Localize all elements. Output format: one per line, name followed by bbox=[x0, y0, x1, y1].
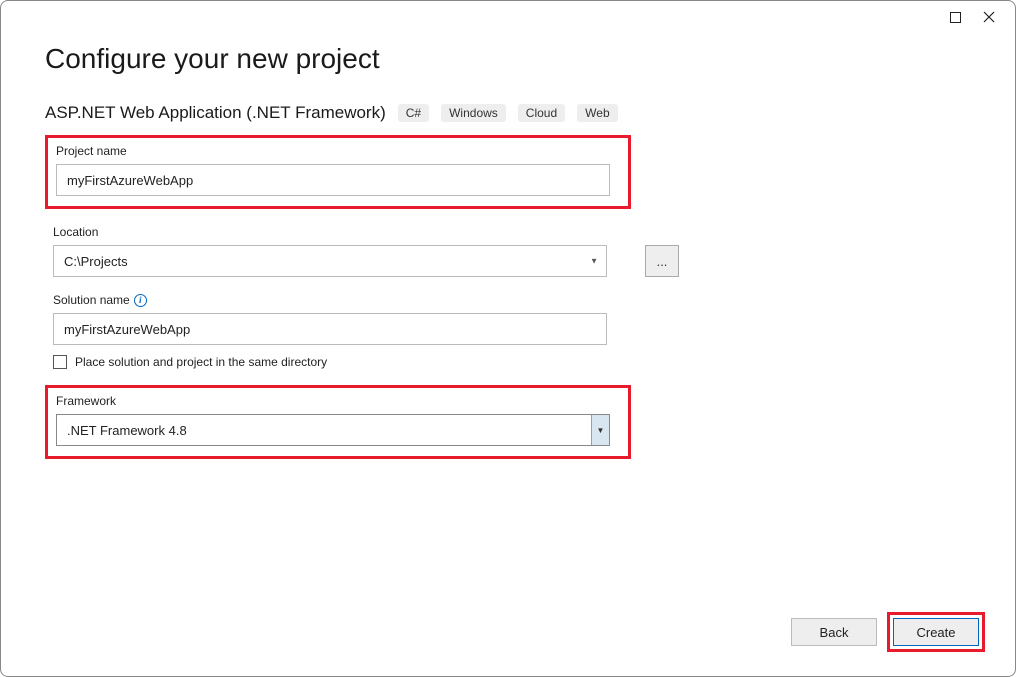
same-dir-label: Place solution and project in the same d… bbox=[75, 355, 327, 369]
project-name-input[interactable] bbox=[56, 164, 610, 196]
location-row: Location C:\Projects ▼ ... bbox=[45, 225, 971, 277]
location-value: C:\Projects bbox=[64, 254, 128, 269]
framework-combo[interactable]: .NET Framework 4.8 ▼ bbox=[56, 414, 610, 446]
solution-name-label-text: Solution name bbox=[53, 293, 130, 307]
location-group: Location C:\Projects ▼ bbox=[45, 225, 631, 277]
create-button[interactable]: Create bbox=[893, 618, 979, 646]
framework-label: Framework bbox=[56, 394, 620, 408]
browse-label: ... bbox=[657, 254, 668, 269]
maximize-icon bbox=[950, 12, 961, 23]
framework-dropdown-button[interactable]: ▼ bbox=[591, 415, 609, 445]
solution-name-label: Solution name i bbox=[53, 293, 623, 307]
tag-web: Web bbox=[577, 104, 617, 122]
solution-name-group: Solution name i bbox=[45, 293, 631, 345]
close-button[interactable] bbox=[979, 7, 999, 27]
footer-buttons: Back Create bbox=[791, 612, 985, 652]
project-name-label: Project name bbox=[56, 144, 620, 158]
content-area: Configure your new project ASP.NET Web A… bbox=[45, 43, 971, 652]
dialog-window: Configure your new project ASP.NET Web A… bbox=[0, 0, 1016, 677]
titlebar bbox=[929, 1, 1015, 33]
browse-button[interactable]: ... bbox=[645, 245, 679, 277]
maximize-button[interactable] bbox=[945, 7, 965, 27]
same-dir-checkbox[interactable] bbox=[53, 355, 67, 369]
info-icon[interactable]: i bbox=[134, 294, 147, 307]
template-name: ASP.NET Web Application (.NET Framework) bbox=[45, 103, 386, 123]
chevron-down-icon: ▼ bbox=[597, 426, 605, 435]
solution-name-input[interactable] bbox=[53, 313, 607, 345]
location-label: Location bbox=[53, 225, 623, 239]
create-button-label: Create bbox=[916, 625, 955, 640]
close-icon bbox=[983, 11, 995, 23]
chevron-down-icon: ▼ bbox=[590, 257, 598, 266]
subtitle-row: ASP.NET Web Application (.NET Framework)… bbox=[45, 103, 971, 123]
same-dir-row[interactable]: Place solution and project in the same d… bbox=[45, 355, 971, 369]
create-button-highlight: Create bbox=[887, 612, 985, 652]
framework-value: .NET Framework 4.8 bbox=[67, 423, 187, 438]
tag-cloud: Cloud bbox=[518, 104, 565, 122]
back-button-label: Back bbox=[820, 625, 849, 640]
framework-highlight: Framework .NET Framework 4.8 ▼ bbox=[45, 385, 631, 459]
location-combo[interactable]: C:\Projects ▼ bbox=[53, 245, 607, 277]
tag-csharp: C# bbox=[398, 104, 429, 122]
back-button[interactable]: Back bbox=[791, 618, 877, 646]
project-name-highlight: Project name bbox=[45, 135, 631, 209]
tag-windows: Windows bbox=[441, 104, 506, 122]
page-title: Configure your new project bbox=[45, 43, 971, 75]
